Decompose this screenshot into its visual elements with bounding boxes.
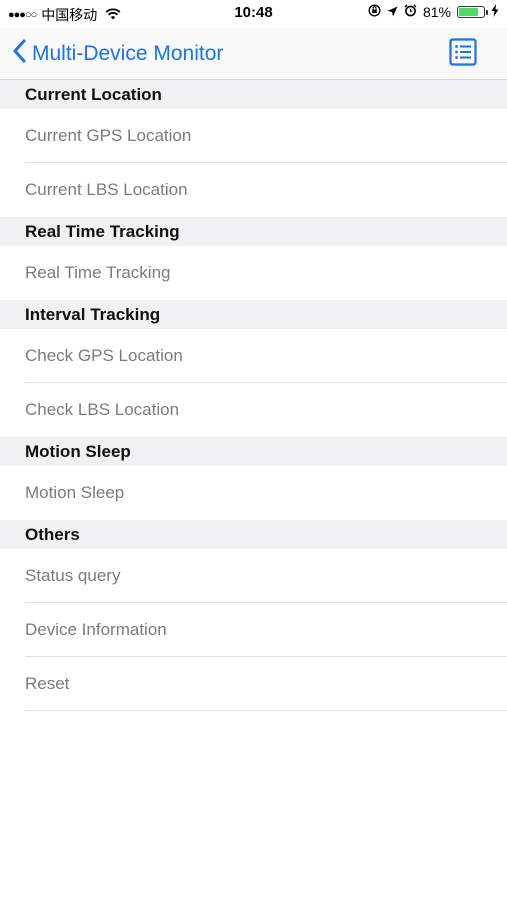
list-item-label: Status query <box>25 566 121 585</box>
list-item-device-information[interactable]: Device Information <box>0 603 507 657</box>
divider <box>25 710 507 711</box>
settings-list: Current Location Current GPS Location Cu… <box>0 80 507 711</box>
list-item-check-gps-location[interactable]: Check GPS Location <box>0 329 507 383</box>
navigation-bar: Multi-Device Monitor <box>0 28 507 80</box>
battery-icon <box>457 6 488 18</box>
section-header-current-location: Current Location <box>0 80 507 109</box>
chevron-left-icon <box>12 39 26 68</box>
list-item-label: Reset <box>25 674 70 693</box>
status-right: 81% <box>368 4 499 20</box>
list-item-current-lbs-location[interactable]: Current LBS Location <box>0 163 507 217</box>
list-item-label: Check LBS Location <box>25 400 180 419</box>
list-item-label: Current GPS Location <box>25 126 192 145</box>
list-item-label: Current LBS Location <box>25 180 188 199</box>
status-bar: ●●●○○ 中国移动 10:48 81% <box>0 0 507 28</box>
list-item-status-query[interactable]: Status query <box>0 549 507 603</box>
battery-fill <box>459 8 479 16</box>
list-item-check-lbs-location[interactable]: Check LBS Location <box>0 383 507 437</box>
battery-percent: 81% <box>422 4 451 20</box>
list-icon <box>449 38 477 70</box>
section-header-real-time-tracking: Real Time Tracking <box>0 217 507 246</box>
section-header-interval-tracking: Interval Tracking <box>0 300 507 329</box>
battery-cap <box>486 10 488 15</box>
list-item-current-gps-location[interactable]: Current GPS Location <box>0 109 507 163</box>
list-item-reset[interactable]: Reset <box>0 657 507 711</box>
location-arrow-icon <box>387 4 398 20</box>
section-header-motion-sleep: Motion Sleep <box>0 437 507 466</box>
list-item-real-time-tracking[interactable]: Real Time Tracking <box>0 246 507 300</box>
page-title: Multi-Device Monitor <box>32 41 224 65</box>
list-menu-button[interactable] <box>449 38 477 66</box>
orientation-lock-icon <box>368 4 381 20</box>
list-item-label: Motion Sleep <box>25 483 125 502</box>
alarm-icon <box>404 4 417 20</box>
list-item-label: Device Information <box>25 620 167 639</box>
back-button[interactable]: Multi-Device Monitor <box>12 39 223 68</box>
charging-bolt-icon <box>491 4 499 20</box>
list-item-motion-sleep[interactable]: Motion Sleep <box>0 466 507 520</box>
section-header-others: Others <box>0 520 507 549</box>
list-item-label: Real Time Tracking <box>25 263 171 282</box>
list-item-label: Check GPS Location <box>25 346 183 365</box>
